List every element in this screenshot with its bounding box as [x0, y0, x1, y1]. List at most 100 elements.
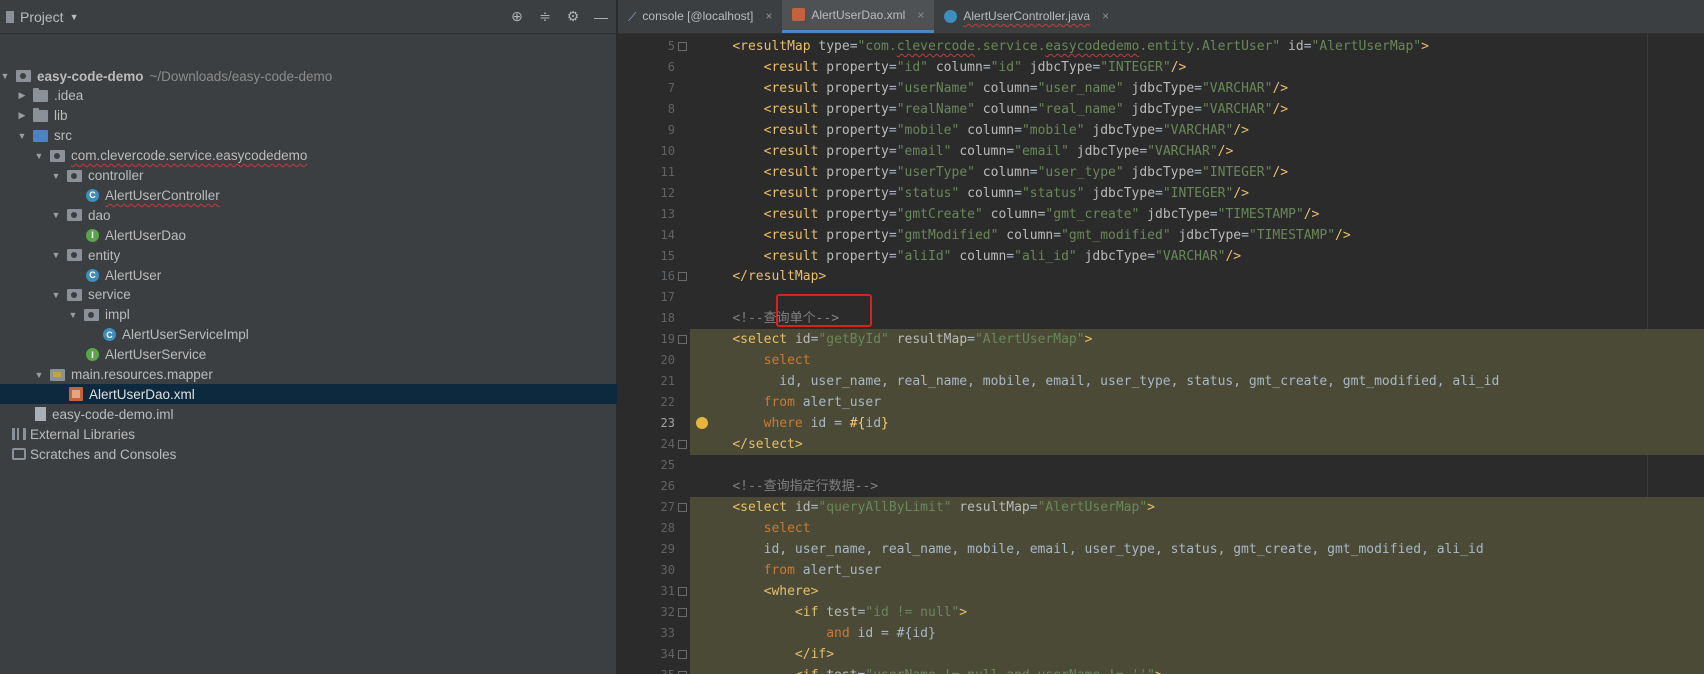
code-token: "AlertUserMap" — [1311, 39, 1422, 54]
code-line[interactable]: 20 select — [618, 350, 1704, 371]
code-token: and — [826, 625, 858, 641]
tree-item[interactable]: C AlertUser — [0, 265, 617, 285]
tree-item[interactable]: ▼ service — [0, 285, 617, 305]
tree-item[interactable]: AlertUserDao.xml — [0, 384, 617, 405]
tree-item[interactable]: C AlertUserServiceImpl — [0, 325, 617, 345]
fold-marker-icon[interactable] — [678, 670, 687, 674]
tree-item[interactable]: ▼ entity — [0, 245, 617, 265]
tree-item[interactable]: ▼ src — [0, 126, 617, 146]
gear-icon[interactable]: ⚙ — [564, 8, 582, 26]
code-line[interactable]: 8 <result property="realName" column="re… — [618, 99, 1704, 120]
expand-arrow-icon[interactable]: ▼ — [17, 131, 27, 141]
line-number: 12 — [660, 185, 675, 200]
expand-arrow-icon[interactable]: ▼ — [34, 370, 44, 380]
tree-item[interactable]: ▼ main.resources.mapper — [0, 365, 617, 385]
code-line[interactable]: 30 from alert_user — [618, 560, 1704, 581]
collapse-all-icon[interactable]: ≑ — [536, 8, 554, 26]
code-line[interactable]: 13 <result property="gmtCreate" column="… — [618, 204, 1704, 225]
code-token: <!--查询指定行数据--> — [732, 478, 879, 494]
close-icon[interactable]: × — [917, 8, 924, 22]
code-line[interactable]: 9 <result property="mobile" column="mobi… — [618, 120, 1704, 141]
locate-icon[interactable]: ⊕ — [508, 8, 526, 26]
chevron-down-icon[interactable]: ▼ — [70, 12, 79, 22]
code-line[interactable]: 10 <result property="email" column="emai… — [618, 141, 1704, 162]
code-line[interactable]: 22 from alert_user — [618, 392, 1704, 413]
expand-arrow-icon[interactable]: ▼ — [68, 310, 78, 320]
tree-item-label: main.resources.mapper — [71, 367, 213, 382]
tree-item[interactable]: ▶ .idea — [0, 86, 617, 106]
hide-icon[interactable]: — — [592, 8, 610, 26]
code-line[interactable]: 25 — [618, 455, 1704, 476]
code-line[interactable]: 18 <!--查询单个--> — [618, 308, 1704, 329]
code-token: <result — [763, 164, 827, 180]
collapse-arrow-icon[interactable]: ▶ — [17, 90, 27, 101]
fold-marker-icon[interactable] — [678, 649, 687, 659]
code-token: "getById" — [818, 332, 889, 348]
fold-marker-icon[interactable] — [678, 272, 687, 282]
code-line[interactable]: 6 <result property="id" column="id" jdbc… — [618, 57, 1704, 78]
tree-item[interactable]: ▼ dao — [0, 205, 617, 225]
fold-marker-icon[interactable] — [678, 335, 687, 345]
code-line[interactable]: 27 <select id = "queryAllByLimit" resultMa… — [618, 497, 1704, 518]
code-token: jdbcType — [1170, 227, 1242, 243]
code-line[interactable]: 35 <if test="userName != null and userNa… — [618, 665, 1704, 674]
tree-item[interactable]: I AlertUserService — [0, 345, 617, 365]
code-token: <!--查询单个--> — [732, 311, 840, 327]
close-icon[interactable]: × — [1102, 9, 1109, 23]
tree-item[interactable]: ▼ impl — [0, 305, 617, 325]
expand-arrow-icon[interactable]: ▼ — [51, 171, 61, 181]
code-line[interactable]: 12 <result property="status" column="sta… — [618, 183, 1704, 204]
expand-arrow-icon[interactable]: ▼ — [51, 210, 61, 220]
code-editor[interactable]: 5 <resultMap type="com.clevercode.servic… — [618, 34, 1704, 674]
code-line[interactable]: 26 <!--查询指定行数据--> — [618, 476, 1704, 497]
package-folder-icon — [67, 249, 82, 262]
code-line[interactable]: 5 <resultMap type="com.clevercode.servic… — [618, 36, 1704, 57]
code-token: <if — [794, 604, 827, 620]
tree-item[interactable]: External Libraries — [0, 424, 617, 444]
tree-item[interactable]: C AlertUserController — [0, 185, 617, 205]
code-line[interactable]: 23 where id = #{id} — [618, 413, 1704, 434]
tree-item-label: AlertUserService — [105, 347, 207, 363]
expand-arrow-icon[interactable]: ▼ — [0, 71, 10, 81]
editor-tab[interactable]: ⟋ console [@localhost] × — [618, 0, 782, 33]
tree-item[interactable]: I AlertUserDao — [0, 225, 617, 245]
code-line[interactable]: 16 </resultMap> — [618, 266, 1704, 287]
tree-item[interactable]: easy-code-demo.iml — [0, 404, 617, 424]
tree-item[interactable]: ▼ easy-code-demo ~/Downloads/easy-code-dem… — [0, 66, 617, 86]
code-text: <where> — [701, 581, 819, 602]
code-line[interactable]: 19 <select id="getById" resultMap="Alert… — [618, 329, 1704, 350]
collapse-arrow-icon[interactable]: ▶ — [17, 110, 27, 121]
tree-item[interactable]: Scratches and Consoles — [0, 444, 617, 464]
tree-item[interactable]: ▶ lib — [0, 106, 617, 126]
code-line[interactable]: 24 </select> — [618, 434, 1704, 455]
project-panel-title[interactable]: Project — [20, 9, 64, 25]
expand-arrow-icon[interactable]: ▼ — [34, 151, 44, 161]
editor-tab[interactable]: AlertUserController.java × — [934, 0, 1119, 33]
editor-tab[interactable]: AlertUserDao.xml × — [782, 0, 935, 33]
code-text: <!--查询指定行数据--> — [701, 476, 878, 497]
code-line[interactable]: 31 <where> — [618, 581, 1704, 602]
code-line[interactable]: 32 <if test="id != null"> — [618, 602, 1704, 623]
expand-arrow-icon[interactable]: ▼ — [51, 290, 61, 300]
tree-item[interactable]: ▼ com.clevercode.service.easycodedemo — [0, 146, 617, 166]
code-line[interactable]: 11 <result property="userType" column="u… — [618, 162, 1704, 183]
fold-marker-icon[interactable] — [678, 42, 687, 51]
code-line[interactable]: 7 <result property="userName" column="us… — [618, 78, 1704, 99]
code-line[interactable]: 33 and id = #{id} — [618, 623, 1704, 644]
fold-marker-icon[interactable] — [678, 502, 687, 512]
code-line[interactable]: 21 id, user_name, real_name, mobile, ema… — [618, 371, 1704, 392]
tree-item[interactable]: ▼ controller — [0, 166, 617, 186]
fold-marker-icon[interactable] — [678, 607, 687, 617]
code-line[interactable]: 15 <result property="aliId" column="ali_… — [618, 246, 1704, 267]
code-line[interactable]: 29 id, user_name, real_name, mobile, ema… — [618, 539, 1704, 560]
expand-arrow-icon[interactable]: ▼ — [51, 250, 61, 260]
fold-marker-icon[interactable] — [678, 586, 687, 596]
code-line[interactable]: 28 select — [618, 518, 1704, 539]
code-token: = — [888, 122, 897, 138]
fold-marker-icon[interactable] — [678, 440, 687, 450]
code-line[interactable]: 14 <result property="gmtModified" column… — [618, 225, 1704, 246]
code-line[interactable]: 17 — [618, 287, 1704, 308]
close-icon[interactable]: × — [765, 9, 772, 23]
line-number: 23 — [660, 416, 675, 431]
code-line[interactable]: 34 </if> — [618, 644, 1704, 665]
